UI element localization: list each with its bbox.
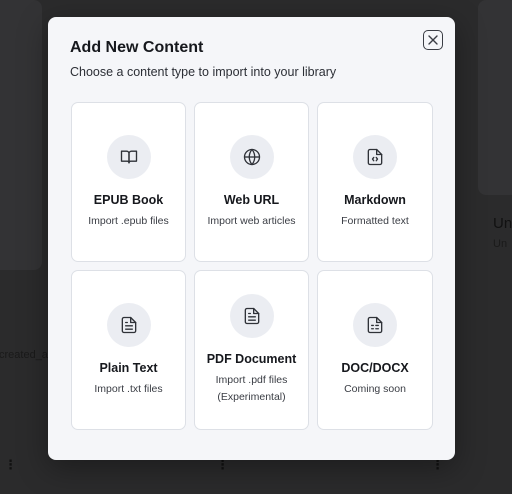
icon-badge bbox=[353, 302, 397, 347]
file-code-icon bbox=[365, 147, 385, 167]
content-type-grid: EPUB Book Import .epub files Web URL Imp… bbox=[71, 102, 433, 430]
option-description: Import web articles bbox=[207, 214, 296, 227]
book-open-icon bbox=[119, 147, 139, 167]
icon-badge bbox=[106, 134, 151, 179]
option-pdf-document[interactable]: PDF Document Import .pdf files (Experime… bbox=[194, 270, 309, 430]
option-title: DOC/DOCX bbox=[341, 360, 409, 375]
kebab-menu-icon[interactable]: ⋮ bbox=[4, 457, 17, 473]
option-description: Formatted text bbox=[341, 214, 409, 227]
option-title: Markdown bbox=[344, 192, 406, 207]
background-card-left bbox=[0, 0, 42, 270]
icon-badge bbox=[229, 134, 274, 179]
option-title: Plain Text bbox=[99, 360, 158, 375]
option-doc-docx[interactable]: DOC/DOCX Coming soon bbox=[317, 270, 433, 430]
close-button[interactable] bbox=[423, 30, 443, 50]
icon-badge bbox=[106, 302, 151, 347]
background-card-title: Un bbox=[493, 215, 512, 232]
file-spreadsheet-icon bbox=[365, 315, 385, 335]
option-web-url[interactable]: Web URL Import web articles bbox=[194, 102, 309, 262]
option-description: Coming soon bbox=[344, 382, 406, 395]
file-text-icon bbox=[242, 306, 262, 326]
add-content-dialog: Add New Content Choose a content type to… bbox=[48, 17, 455, 460]
icon-badge bbox=[353, 134, 397, 179]
option-epub-book[interactable]: EPUB Book Import .epub files bbox=[71, 102, 186, 262]
option-description: Import .epub files bbox=[88, 214, 169, 227]
dialog-title: Add New Content bbox=[70, 39, 204, 56]
option-note: (Experimental) bbox=[217, 391, 286, 403]
background-created-label: created_a bbox=[0, 349, 48, 361]
option-plain-text[interactable]: Plain Text Import .txt files bbox=[71, 270, 186, 430]
dialog-subtitle: Choose a content type to import into you… bbox=[70, 65, 337, 79]
option-markdown[interactable]: Markdown Formatted text bbox=[317, 102, 433, 262]
option-title: Web URL bbox=[223, 192, 280, 207]
option-title: EPUB Book bbox=[93, 192, 164, 207]
background-card-right bbox=[478, 0, 512, 195]
globe-icon bbox=[242, 147, 262, 167]
close-icon bbox=[428, 35, 438, 45]
option-title: PDF Document bbox=[206, 352, 297, 366]
icon-badge bbox=[229, 294, 274, 338]
file-text-icon bbox=[119, 315, 139, 335]
background-card-subtitle: Un bbox=[493, 238, 508, 250]
option-description: Import .pdf files bbox=[215, 374, 288, 386]
option-description: Import .txt files bbox=[94, 382, 163, 395]
